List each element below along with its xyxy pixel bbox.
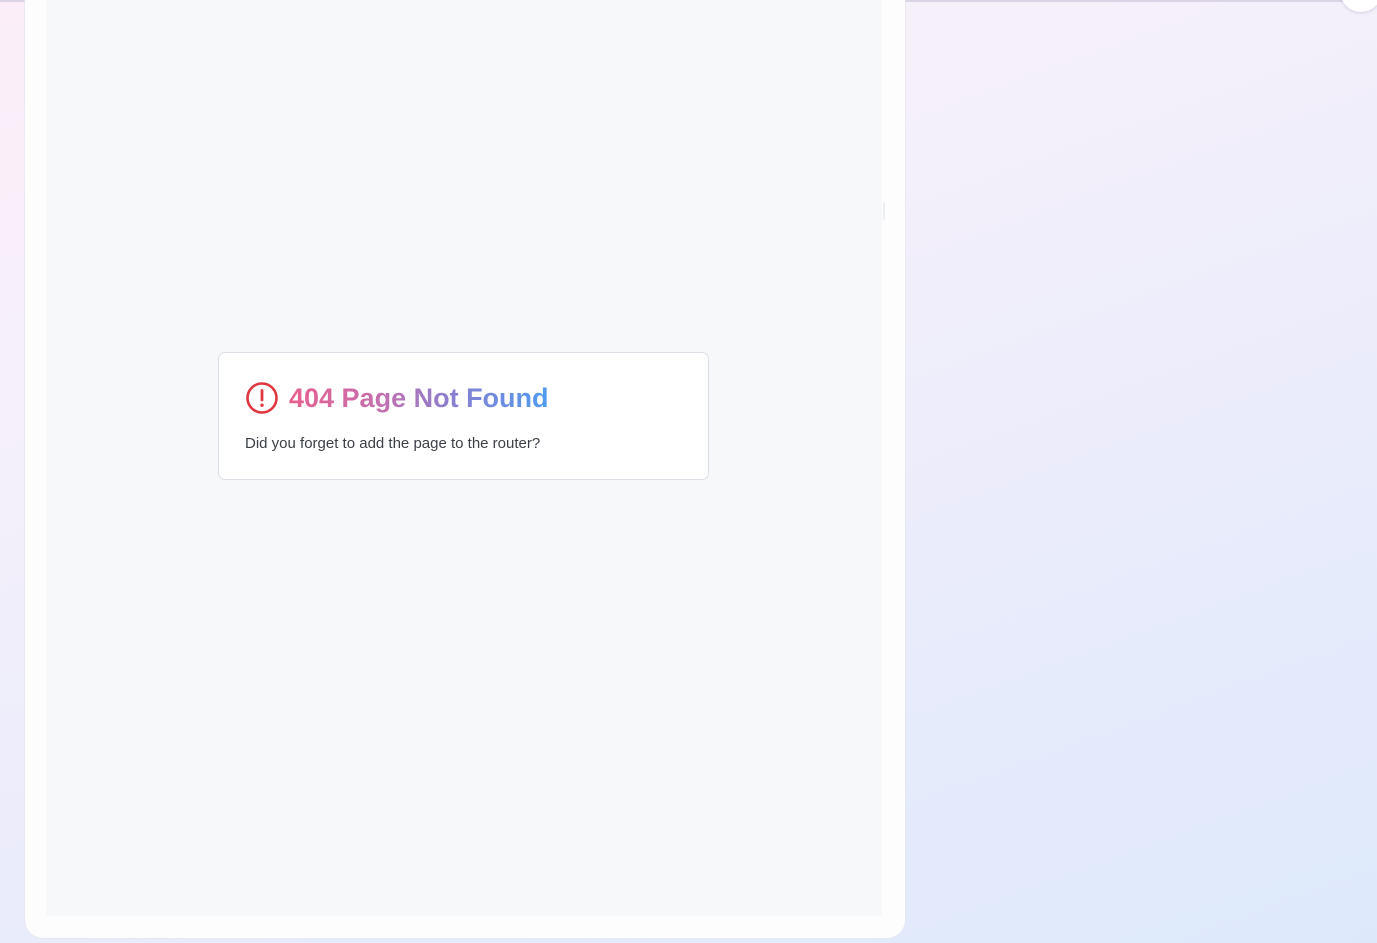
alert-circle-icon (246, 382, 278, 414)
preview-frame: 404 Page Not Found Did you forget to add… (25, 0, 905, 938)
resize-handle[interactable] (883, 202, 885, 220)
corner-button[interactable] (1340, 0, 1377, 12)
error-title: 404 Page Not Found (289, 383, 549, 413)
preview-canvas: 404 Page Not Found Did you forget to add… (46, 0, 882, 916)
error-card: 404 Page Not Found Did you forget to add… (218, 352, 709, 480)
error-heading: 404 Page Not Found (245, 380, 549, 416)
error-message: Did you forget to add the page to the ro… (245, 435, 541, 452)
